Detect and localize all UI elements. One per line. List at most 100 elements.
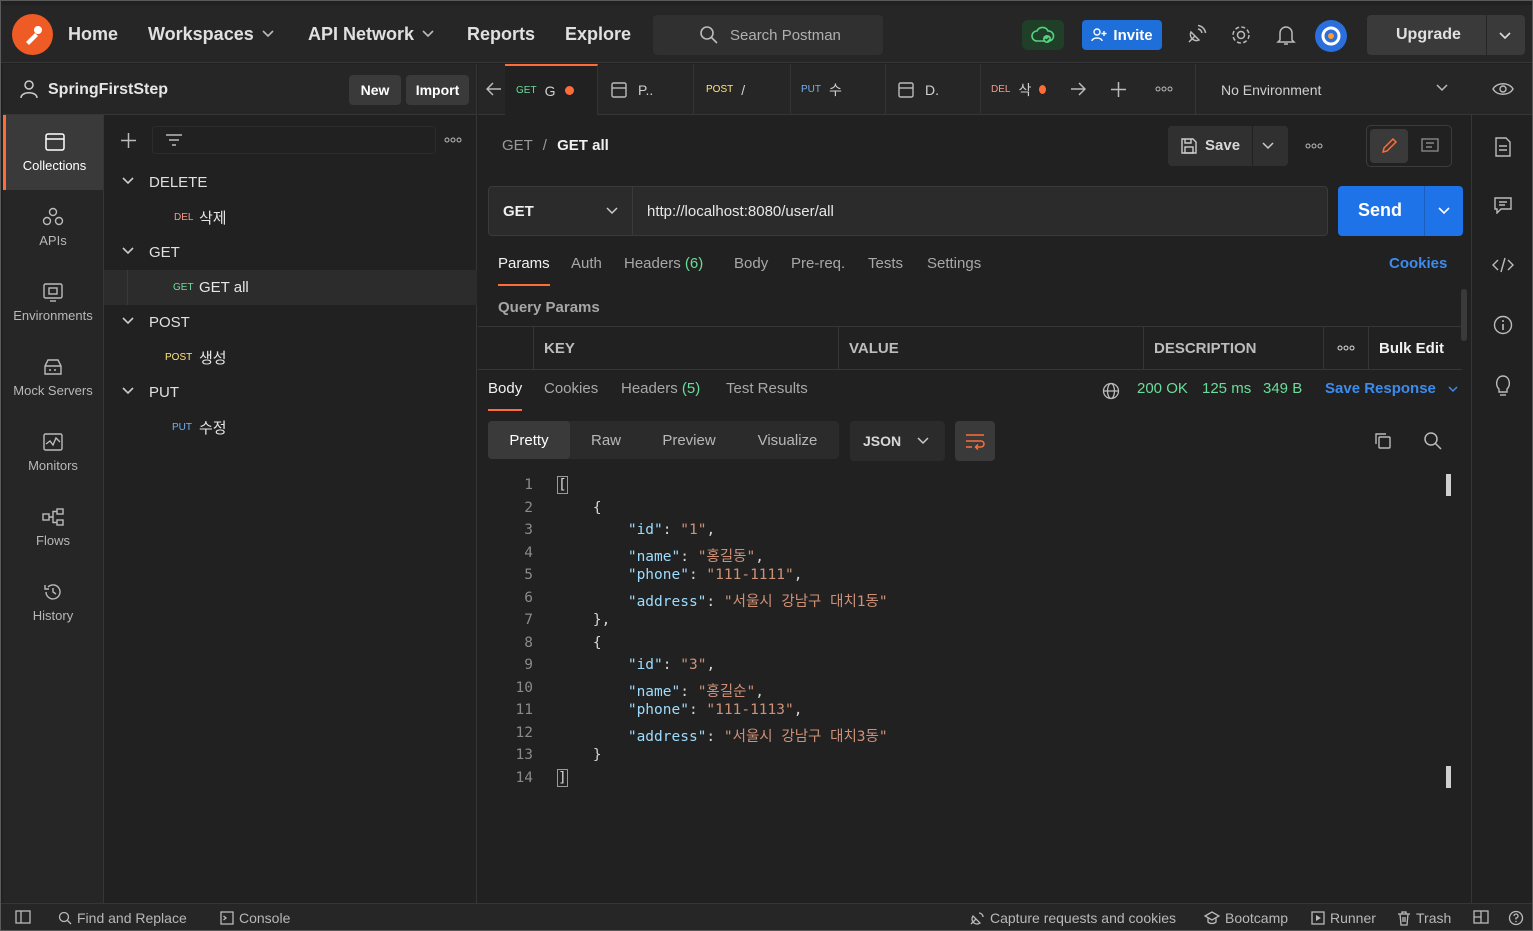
request-get-all[interactable]: GET GET all xyxy=(104,270,477,305)
response-size[interactable]: 349 B xyxy=(1263,380,1302,397)
sidebar-toggle-icon[interactable] xyxy=(15,910,31,924)
response-time[interactable]: 125 ms xyxy=(1202,380,1251,397)
rail-environments[interactable]: Environments xyxy=(3,265,103,340)
folder-delete[interactable]: DELETE xyxy=(104,165,477,200)
view-pretty[interactable]: Pretty xyxy=(488,421,570,459)
search-input[interactable]: Search Postman xyxy=(653,15,883,55)
tab-page[interactable]: P.. xyxy=(599,64,694,115)
avatar-icon[interactable] xyxy=(1315,20,1347,52)
tab-pre-request[interactable]: Pre-req. xyxy=(791,255,845,289)
more-options-icon[interactable] xyxy=(444,137,462,143)
trash[interactable]: Trash xyxy=(1397,910,1451,926)
tab-get-all[interactable]: GET G xyxy=(505,64,598,115)
tab-response-headers[interactable]: Headers (5) xyxy=(621,380,700,414)
more-options-icon[interactable] xyxy=(1155,86,1173,92)
tab-test-results[interactable]: Test Results xyxy=(726,380,808,414)
tab-settings[interactable]: Settings xyxy=(927,255,981,289)
arrow-left-icon[interactable] xyxy=(486,82,502,96)
find-and-replace[interactable]: Find and Replace xyxy=(58,910,187,926)
comments-icon[interactable] xyxy=(1491,193,1515,217)
code-scrollbar-top[interactable] xyxy=(1446,474,1451,496)
rail-history[interactable]: History xyxy=(3,565,103,640)
new-button[interactable]: New xyxy=(349,75,401,105)
nav-reports[interactable]: Reports xyxy=(467,5,535,63)
bootcamp[interactable]: Bootcamp xyxy=(1204,910,1288,926)
lightbulb-icon[interactable] xyxy=(1491,373,1515,397)
filter-input[interactable] xyxy=(152,126,436,154)
tab-response-body[interactable]: Body xyxy=(488,380,523,414)
tab-body[interactable]: Body xyxy=(734,255,768,289)
nav-explore[interactable]: Explore xyxy=(565,5,631,63)
tab-auth[interactable]: Auth xyxy=(571,255,602,289)
request-name[interactable]: GET all xyxy=(557,137,609,154)
documentation-icon[interactable] xyxy=(1491,135,1515,159)
folder-put[interactable]: PUT xyxy=(104,375,477,410)
tab-post[interactable]: POST / xyxy=(695,64,791,115)
save-button[interactable]: Save xyxy=(1168,126,1288,166)
tab-put[interactable]: PUT 수 xyxy=(791,64,886,115)
send-button[interactable]: Send xyxy=(1338,186,1463,236)
nav-workspaces[interactable]: Workspaces xyxy=(148,5,274,63)
code-icon[interactable] xyxy=(1491,253,1515,277)
environment-selector[interactable]: No Environment xyxy=(1195,64,1471,115)
view-raw[interactable]: Raw xyxy=(570,421,642,459)
code-scrollbar-bottom[interactable] xyxy=(1446,766,1451,788)
breadcrumb-parent[interactable]: GET xyxy=(502,137,533,154)
help-icon[interactable] xyxy=(1508,910,1524,926)
pencil-icon[interactable] xyxy=(1370,129,1408,163)
settings-gear-icon[interactable] xyxy=(1229,23,1253,47)
tab-tests[interactable]: Tests xyxy=(868,255,903,289)
tab-params[interactable]: Params xyxy=(498,255,550,289)
view-preview[interactable]: Preview xyxy=(642,421,736,459)
save-response-button[interactable]: Save Response xyxy=(1325,380,1458,397)
request-delete[interactable]: DEL 삭제 xyxy=(104,200,477,235)
rail-flows[interactable]: Flows xyxy=(3,490,103,565)
chevron-down-icon[interactable] xyxy=(1437,205,1451,217)
two-pane-icon[interactable] xyxy=(1473,910,1489,924)
nav-home[interactable]: Home xyxy=(68,5,118,63)
format-select[interactable]: JSON xyxy=(850,421,945,461)
capture-requests[interactable]: Capture requests and cookies xyxy=(969,910,1176,926)
comment-icon[interactable] xyxy=(1411,129,1449,163)
more-options-icon[interactable] xyxy=(1323,327,1368,369)
console[interactable]: Console xyxy=(220,910,290,926)
response-body-code[interactable]: 1 [2 {3 "id": "1", 4 "name": "홍길동", 5 "phon… xyxy=(478,473,1453,893)
cloud-sync-icon[interactable] xyxy=(1022,20,1064,50)
params-scrollbar[interactable] xyxy=(1461,289,1467,341)
plus-icon[interactable] xyxy=(120,132,137,149)
folder-get[interactable]: GET xyxy=(104,235,477,270)
workspace-name[interactable]: SpringFirstStep xyxy=(48,81,168,99)
tab-delete[interactable]: DEL 삭 xyxy=(981,64,1056,115)
folder-post[interactable]: POST xyxy=(104,305,477,340)
copy-icon[interactable] xyxy=(1371,429,1395,453)
chevron-down-icon[interactable] xyxy=(1261,140,1275,152)
nav-api-network[interactable]: API Network xyxy=(308,5,434,63)
chevron-down-icon[interactable] xyxy=(1498,28,1512,42)
status-code[interactable]: 200 OK xyxy=(1137,380,1188,397)
cookies-link[interactable]: Cookies xyxy=(1389,255,1447,289)
request-put[interactable]: PUT 수정 xyxy=(104,410,477,445)
upgrade-button[interactable]: Upgrade xyxy=(1367,15,1525,55)
postman-logo-icon[interactable] xyxy=(12,14,53,55)
invite-button[interactable]: Invite xyxy=(1082,20,1162,50)
method-select[interactable]: GET xyxy=(489,187,633,235)
info-icon[interactable] xyxy=(1491,313,1515,337)
more-options-icon[interactable] xyxy=(1305,143,1323,149)
globe-icon[interactable] xyxy=(1102,382,1120,400)
rail-mock-servers[interactable]: Mock Servers xyxy=(3,340,103,415)
word-wrap-icon[interactable] xyxy=(955,421,995,461)
tab-headers[interactable]: Headers (6) xyxy=(624,255,703,289)
url-input[interactable]: http://localhost:8080/user/all xyxy=(647,203,834,220)
bell-icon[interactable] xyxy=(1274,23,1298,47)
arrow-right-icon[interactable] xyxy=(1070,82,1086,96)
rail-apis[interactable]: APIs xyxy=(3,190,103,265)
request-post[interactable]: POST 생성 xyxy=(104,340,477,375)
tab-response-cookies[interactable]: Cookies xyxy=(544,380,598,414)
runner[interactable]: Runner xyxy=(1311,910,1376,926)
new-tab-plus-icon[interactable] xyxy=(1110,81,1127,98)
bulk-edit-button[interactable]: Bulk Edit xyxy=(1368,327,1462,369)
import-button[interactable]: Import xyxy=(406,75,469,105)
satellite-icon[interactable] xyxy=(1184,23,1208,47)
rail-monitors[interactable]: Monitors xyxy=(3,415,103,490)
view-visualize[interactable]: Visualize xyxy=(736,421,839,459)
